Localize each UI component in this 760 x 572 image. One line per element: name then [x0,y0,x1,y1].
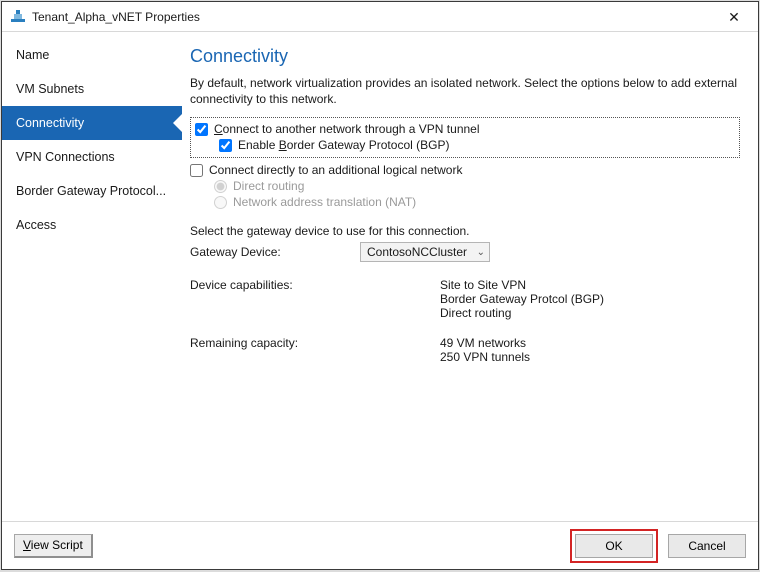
sidebar-item-connectivity[interactable]: Connectivity [2,106,182,140]
nat-radio: Network address translation (NAT) [214,194,740,210]
vpn-tunnel-label: Connect to another network through a VPN… [214,122,480,136]
gateway-device-select[interactable]: ContosoNCCluster ⌄ [360,242,490,262]
sidebar-item-name[interactable]: Name [2,38,182,72]
gateway-instruction: Select the gateway device to use for thi… [190,224,740,238]
connect-direct-checkbox-input[interactable] [190,164,203,177]
sidebar: Name VM Subnets Connectivity VPN Connect… [2,32,182,521]
content-pane: Connectivity By default, network virtual… [182,32,758,521]
connect-direct-checkbox[interactable]: Connect directly to an additional logica… [190,162,740,178]
sidebar-item-access[interactable]: Access [2,208,182,242]
direct-routing-label: Direct routing [233,179,304,193]
device-capabilities-value: Site to Site VPN Border Gateway Protcol … [440,278,604,320]
device-capabilities-row: Device capabilities: Site to Site VPN Bo… [190,278,740,320]
direct-routing-radio: Direct routing [214,178,740,194]
vpn-group: Connect to another network through a VPN… [190,117,740,158]
gateway-device-value: ContosoNCCluster [367,245,467,259]
properties-dialog: Tenant_Alpha_vNET Properties ✕ Name VM S… [1,1,759,570]
page-description: By default, network virtualization provi… [190,75,740,107]
cancel-button[interactable]: Cancel [668,534,746,558]
device-capabilities-label: Device capabilities: [190,278,440,320]
sidebar-item-bgp[interactable]: Border Gateway Protocol... [2,174,182,208]
titlebar: Tenant_Alpha_vNET Properties ✕ [2,2,758,32]
enable-bgp-checkbox[interactable]: Enable Border Gateway Protocol (BGP) [219,137,735,153]
sidebar-item-vpn-connections[interactable]: VPN Connections [2,140,182,174]
nat-label: Network address translation (NAT) [233,195,416,209]
ok-button-highlight: OK [570,529,658,563]
sidebar-item-vm-subnets[interactable]: VM Subnets [2,72,182,106]
enable-bgp-label: Enable Border Gateway Protocol (BGP) [238,138,449,152]
chevron-down-icon: ⌄ [477,247,485,258]
enable-bgp-checkbox-input[interactable] [219,139,232,152]
vpn-tunnel-checkbox-input[interactable] [195,123,208,136]
footer: View Script OK Cancel [2,521,758,569]
dialog-body: Name VM Subnets Connectivity VPN Connect… [2,32,758,521]
app-icon [10,9,26,25]
window-title: Tenant_Alpha_vNET Properties [32,10,714,24]
gateway-device-label: Gateway Device: [190,245,360,259]
page-title: Connectivity [190,46,740,67]
remaining-capacity-value: 49 VM networks 250 VPN tunnels [440,336,530,364]
gateway-device-row: Gateway Device: ContosoNCCluster ⌄ [190,242,740,262]
close-button[interactable]: ✕ [714,3,754,31]
view-script-button[interactable]: View Script [14,534,93,558]
remaining-capacity-label: Remaining capacity: [190,336,440,364]
ok-button[interactable]: OK [575,534,653,558]
vpn-tunnel-checkbox[interactable]: Connect to another network through a VPN… [195,121,735,137]
nat-radio-input [214,196,227,209]
remaining-capacity-row: Remaining capacity: 49 VM networks 250 V… [190,336,740,364]
direct-routing-radio-input [214,180,227,193]
connect-direct-label: Connect directly to an additional logica… [209,163,462,177]
